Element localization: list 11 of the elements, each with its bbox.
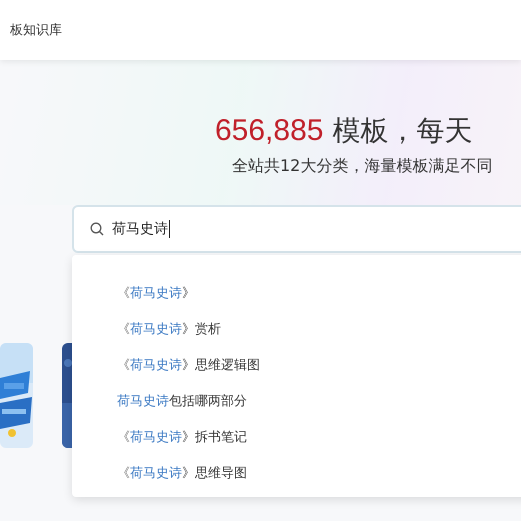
suggestion-item[interactable]: 《荷马史诗》思维逻辑图 (72, 347, 521, 383)
suggestion-item[interactable]: 《荷马史诗》赏析 (72, 311, 521, 347)
suggestion-item[interactable]: 荷马史诗包括哪两部分 (72, 383, 521, 419)
hero-headline: 656,885 模板，每天 (215, 114, 474, 148)
site-title: 板知识库 (10, 22, 62, 39)
suggestion-item[interactable]: 《荷马史诗》拆书笔记 (72, 419, 521, 455)
hero-subtitle: 全站共12大分类，海量模板满足不同 (232, 156, 494, 177)
suggestion-item[interactable]: 《荷马史诗》思维导图 (72, 455, 521, 491)
search-icon (90, 222, 104, 236)
suggestion-item[interactable]: 《荷马史诗》 (72, 275, 521, 311)
search-field[interactable]: 荷马史诗 (72, 205, 521, 253)
